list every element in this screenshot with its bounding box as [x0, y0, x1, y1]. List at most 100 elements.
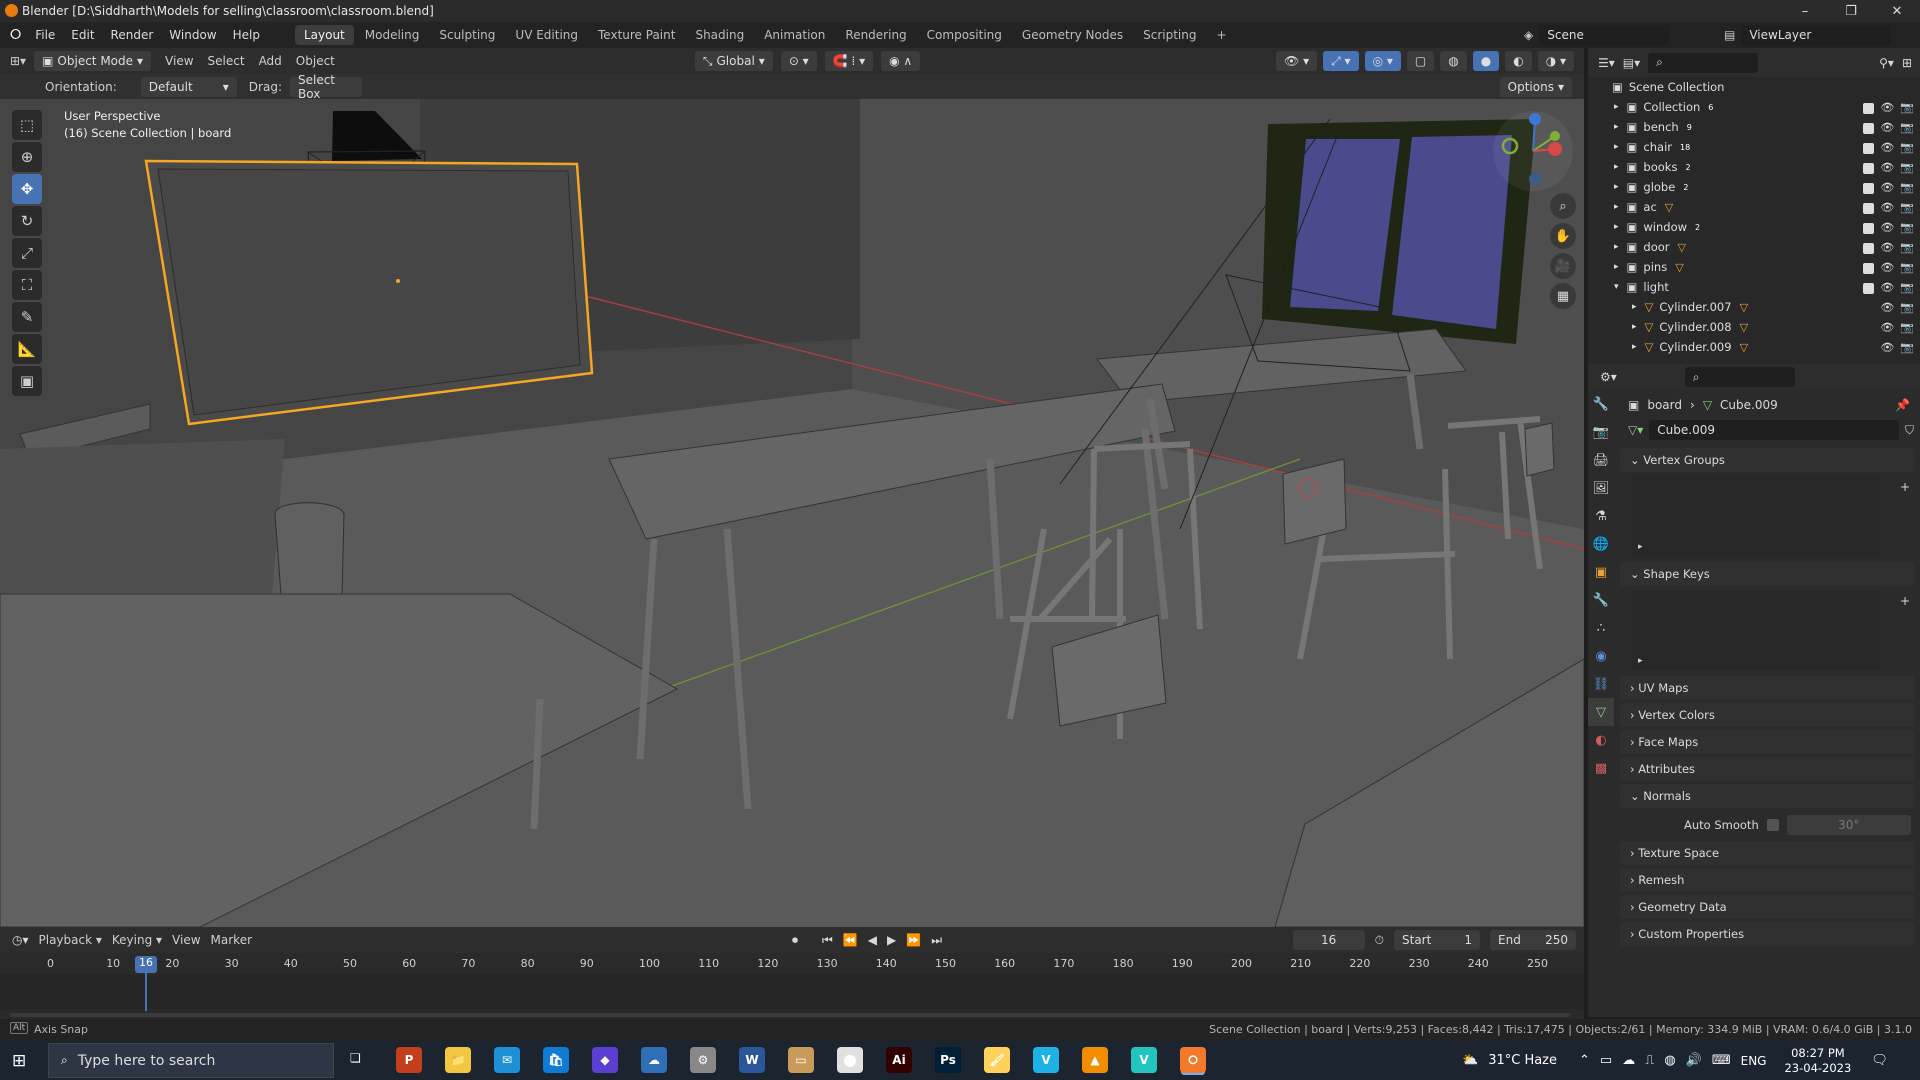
prev-keyframe-icon[interactable]: ⏪	[843, 933, 858, 947]
tab-compositing[interactable]: Compositing	[918, 25, 1011, 45]
taskbar-app-icon[interactable]: ⬤	[837, 1047, 863, 1073]
play-icon[interactable]: ▶	[887, 933, 896, 947]
camera-render-icon[interactable]: 📷	[1900, 341, 1914, 354]
next-keyframe-icon[interactable]: ⏩	[906, 933, 921, 947]
camera-render-icon[interactable]: 📷	[1900, 281, 1914, 294]
panel-uv-maps[interactable]: › UV Maps	[1620, 676, 1914, 700]
stopwatch-icon[interactable]: ⏱	[1375, 933, 1384, 948]
menu-timeline-view[interactable]: View	[172, 933, 200, 947]
chevron-right-icon[interactable]: ▸	[1632, 322, 1637, 332]
auto-smooth-angle-field[interactable]: 30°	[1786, 815, 1911, 835]
chevron-right-icon[interactable]: ▸	[1614, 242, 1619, 252]
panel-attributes[interactable]: › Attributes	[1620, 757, 1914, 781]
taskbar-app-icon[interactable]: ☁	[641, 1047, 667, 1073]
eye-icon[interactable]: 👁	[1880, 181, 1894, 194]
clock[interactable]: 08:27 PM 23-04-2023	[1784, 1046, 1851, 1076]
vertex-groups-list[interactable]: + ▸	[1632, 476, 1910, 556]
navigation-gizmo[interactable]	[1493, 111, 1573, 191]
taskbar-app-icon[interactable]: ✉	[494, 1047, 520, 1073]
shading-wireframe[interactable]: ◍	[1440, 51, 1467, 71]
outliner-row[interactable]: ▸ ▣ bench 9 👁 📷	[1588, 117, 1920, 137]
move-tool-icon[interactable]: ✥	[12, 174, 42, 204]
menu-render[interactable]: Render	[103, 28, 162, 42]
grid-ortho-icon[interactable]: ▦	[1550, 283, 1576, 309]
tab-rendering[interactable]: Rendering	[836, 25, 915, 45]
exclude-checkbox[interactable]	[1863, 202, 1875, 214]
eye-icon[interactable]: 👁	[1880, 321, 1894, 334]
physics-tab-icon[interactable]: ◉	[1588, 642, 1614, 670]
keyboard-icon[interactable]: ⌨	[1712, 1053, 1731, 1068]
render-tab-icon[interactable]: 📷	[1588, 418, 1614, 446]
gizmo-toggle[interactable]: ⤢ ▾	[1323, 51, 1359, 71]
exclude-checkbox[interactable]	[1863, 242, 1875, 254]
taskbar-app-icon[interactable]: ▭	[788, 1047, 814, 1073]
chevron-right-icon[interactable]: ▸	[1632, 302, 1637, 312]
exclude-checkbox[interactable]	[1863, 222, 1875, 234]
chevron-right-icon[interactable]: ▸	[1632, 342, 1637, 352]
editor-type-icon[interactable]: ⊞▾	[10, 54, 26, 68]
shape-keys-list[interactable]: + ▸	[1632, 590, 1910, 670]
options-button[interactable]: Options ▾	[1499, 76, 1572, 97]
visibility-icon[interactable]: 👁 ▾	[1276, 51, 1318, 71]
taskbar-app-icon[interactable]: ⚙	[690, 1047, 716, 1073]
outliner-row[interactable]: ▸ ▣ ac ▽ 👁 📷	[1588, 197, 1920, 217]
outliner-row[interactable]: ▾ ▣ light 👁 📷	[1588, 277, 1920, 297]
tab-modeling[interactable]: Modeling	[356, 25, 429, 45]
transform-orientation-selector[interactable]: ⤡ Global ▾	[694, 51, 773, 71]
start-frame-field[interactable]: Start 1	[1394, 930, 1480, 950]
filter-icon[interactable]: ⚲▾	[1879, 56, 1894, 70]
cloud-icon[interactable]: ☁	[1622, 1053, 1635, 1068]
display-mode-icon[interactable]: ▤▾	[1623, 56, 1640, 70]
outliner-row[interactable]: ▸ ▽ Cylinder.008 ▽ 👁 📷	[1588, 317, 1920, 337]
camera-render-icon[interactable]: 📷	[1900, 181, 1914, 194]
tab-texture-paint[interactable]: Texture Paint	[589, 25, 684, 45]
language-indicator[interactable]: ENG	[1741, 1054, 1767, 1068]
outliner-row[interactable]: ▸ ▣ books 2 👁 📷	[1588, 157, 1920, 177]
select-box-icon[interactable]: ⬚	[12, 110, 42, 140]
task-view-icon[interactable]: ❏	[350, 1051, 361, 1065]
properties-editor-icon[interactable]: ⚙▾	[1600, 370, 1617, 384]
notification-icon[interactable]: 🗨	[1871, 1053, 1888, 1068]
xray-toggle[interactable]: ▢	[1406, 51, 1435, 71]
measure-tool-icon[interactable]: 📐	[12, 334, 42, 364]
menu-object[interactable]: Object	[296, 54, 335, 68]
eye-icon[interactable]: 👁	[1880, 101, 1894, 114]
texture-tab-icon[interactable]: ▩	[1588, 754, 1614, 782]
mesh-name-field[interactable]: Cube.009	[1649, 420, 1899, 440]
scene-selector[interactable]: Scene	[1539, 25, 1670, 45]
eye-icon[interactable]: 👁	[1880, 241, 1894, 254]
shading-solid[interactable]: ●	[1472, 51, 1500, 71]
output-tab-icon[interactable]: 🖨	[1588, 446, 1614, 474]
taskbar-app-icon[interactable]: 🖌	[984, 1047, 1010, 1073]
menu-help[interactable]: Help	[225, 28, 268, 42]
overlay-toggle[interactable]: ◎ ▾	[1364, 51, 1401, 71]
windows-start-icon[interactable]: ⊞	[12, 1051, 26, 1071]
add-cube-tool-icon[interactable]: ▣	[12, 366, 42, 396]
camera-render-icon[interactable]: 📷	[1900, 321, 1914, 334]
exclude-checkbox[interactable]	[1863, 102, 1875, 114]
transform-tool-icon[interactable]: ⛶	[12, 270, 42, 300]
expand-icon[interactable]: ▸	[1638, 542, 1643, 552]
timeline-track-area[interactable]	[0, 975, 1584, 1009]
taskbar-app-icon[interactable]: ▲	[1082, 1047, 1108, 1073]
properties-search-input[interactable]: ⌕	[1684, 367, 1795, 387]
outliner-search-input[interactable]: ⌕	[1648, 52, 1759, 73]
eye-icon[interactable]: 👁	[1880, 281, 1894, 294]
play-reverse-icon[interactable]: ◀	[868, 933, 877, 947]
add-shape-key-icon[interactable]: +	[1900, 594, 1910, 608]
data-tab-icon[interactable]: ▽	[1588, 698, 1614, 726]
chevron-right-icon[interactable]: ▸	[1614, 122, 1619, 132]
jump-end-icon[interactable]: ⏭	[931, 933, 942, 948]
panel-remesh[interactable]: › Remesh	[1620, 868, 1914, 892]
menu-view[interactable]: View	[165, 54, 193, 68]
eye-icon[interactable]: 👁	[1880, 301, 1894, 314]
taskbar-app-icon[interactable]: ⭘	[1180, 1047, 1206, 1073]
rotate-tool-icon[interactable]: ↻	[12, 206, 42, 236]
shading-rendered[interactable]: ◑ ▾	[1537, 51, 1574, 71]
new-collection-icon[interactable]: ⊞	[1902, 56, 1912, 70]
weather-label[interactable]: 31°C Haze	[1488, 1053, 1557, 1068]
taskbar-search-input[interactable]: ⌕ Type here to search	[48, 1043, 334, 1078]
panel-face-maps[interactable]: › Face Maps	[1620, 730, 1914, 754]
modifier-tab-icon[interactable]: 🔧	[1588, 586, 1614, 614]
taskbar-app-icon[interactable]: 📁	[445, 1047, 471, 1073]
